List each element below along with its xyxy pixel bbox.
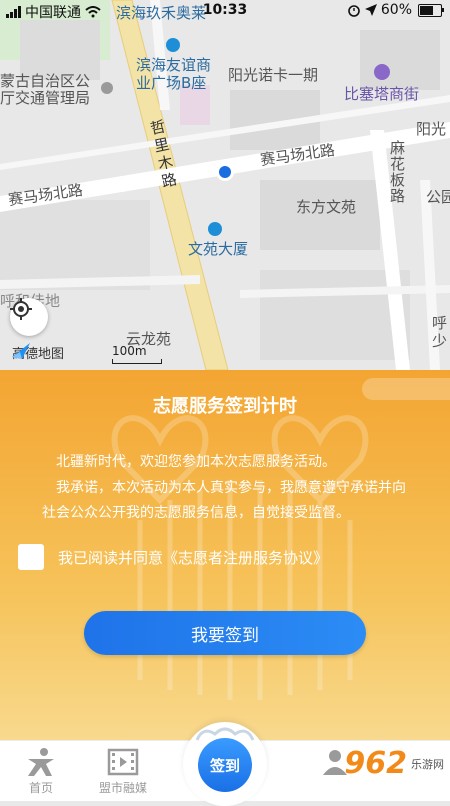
watermark: 962 乐游网 — [344, 746, 444, 781]
amap-brand: 高德地图 — [12, 343, 64, 362]
center-sign-button[interactable]: 签到 — [198, 738, 252, 792]
locate-icon — [10, 298, 32, 320]
tab-home[interactable]: 首页 — [6, 745, 76, 796]
film-icon — [107, 748, 139, 776]
panel-title: 志愿服务签到计时 — [153, 396, 297, 417]
status-bar: 中国联通 10:33 60% — [0, 0, 450, 22]
watermark-logo: 962 — [344, 746, 407, 781]
map-label-mahuaban: 麻花板路 — [390, 139, 406, 205]
promise-text: 我承诺，本次活动为本人真实参与，我愿意遵守承诺并向社会公众公开我的志愿服务信息，… — [42, 480, 406, 521]
battery-percent: 60% — [380, 2, 412, 18]
alarm-icon — [348, 5, 360, 17]
map-scale-bar — [112, 359, 162, 364]
center-sign-tab[interactable]: 签到 — [183, 722, 267, 806]
agreement-row[interactable]: 我已阅读并同意《志愿者注册服务协议》 — [18, 544, 328, 570]
welcome-text: 北疆新时代，欢迎您参加本次志愿服务活动。 — [56, 454, 336, 470]
map-scale-label: 100m — [112, 344, 147, 358]
battery-icon — [418, 3, 444, 17]
sign-in-panel: 志愿服务签到计时 北疆新时代，欢迎您参加本次志愿服务活动。 我承诺，本次活动为本… — [0, 370, 450, 740]
watermark-sub: 乐游网 — [411, 757, 444, 771]
home-runner-icon — [28, 748, 54, 776]
map-label-traffic-bureau-2: 厅交通管理局 — [0, 89, 91, 107]
map-label-binhai-youyi-2: 业广场B座 — [136, 74, 207, 92]
map-label-dongfang: 东方文苑 — [296, 198, 357, 216]
agreement-label[interactable]: 我已阅读并同意《志愿者注册服务协议》 — [58, 547, 328, 568]
agreement-checkbox[interactable] — [18, 544, 44, 570]
map-label-wenyuan: 文苑大厦 — [188, 240, 249, 258]
map-label-yangguang: 阳光 — [416, 120, 447, 138]
location-arrow-icon — [364, 4, 377, 16]
locate-button[interactable] — [10, 298, 48, 336]
map-label-bisaita: 比塞塔商街 — [344, 85, 420, 103]
tab-home-label: 首页 — [28, 781, 53, 795]
map-scale: 100m — [112, 344, 162, 364]
amap-logo-icon — [12, 343, 30, 359]
sign-in-button[interactable]: 我要签到 — [84, 611, 366, 655]
map-view[interactable]: 滨海玖禾奥莱 滨海友谊商 业广场B座 阳光诺卡一期 蒙古自治区公 厅交通管理局 … — [0, 0, 450, 370]
map-label-yangguang-nuoka: 阳光诺卡一期 — [228, 66, 319, 84]
map-label-gong: 公园 — [426, 188, 450, 206]
tab-media-label: 盟市融媒 — [98, 781, 147, 795]
map-label-shao-side: 少 — [432, 332, 448, 350]
tab-media[interactable]: 盟市融媒 — [88, 745, 158, 796]
